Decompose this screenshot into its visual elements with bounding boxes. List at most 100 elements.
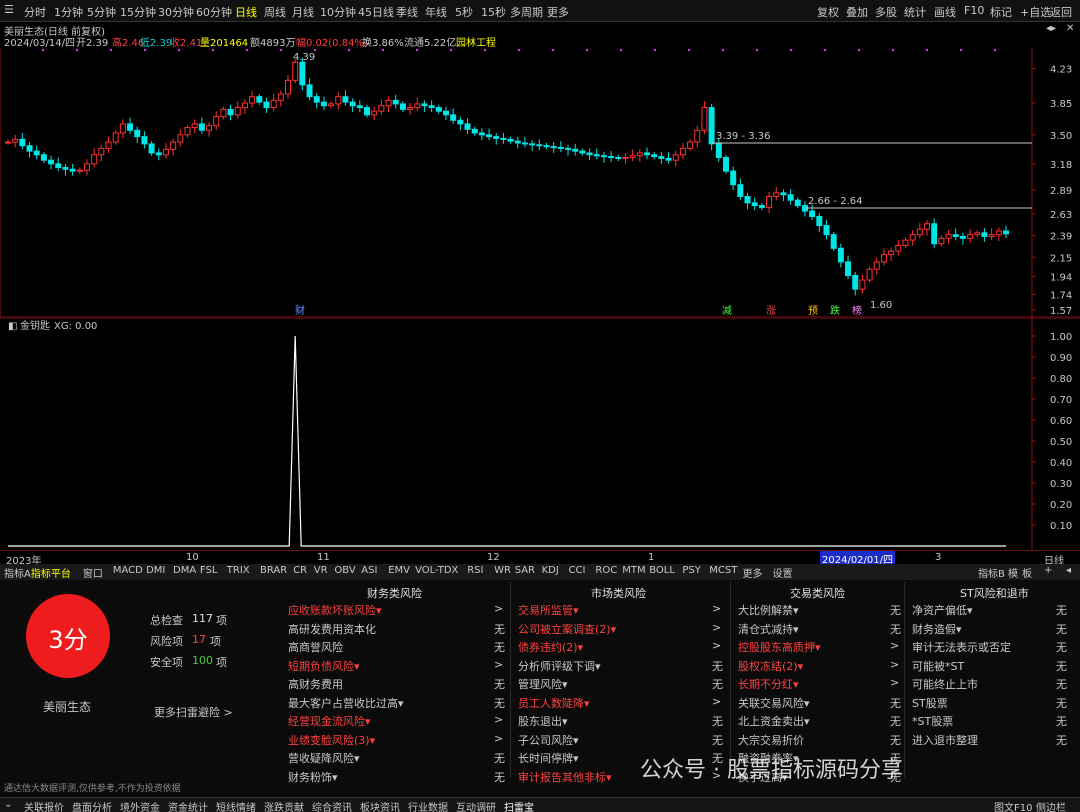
expand-chevron-icon[interactable]: > [494,713,503,726]
right-tool-4[interactable]: 画线 [934,4,956,20]
period-tab-6[interactable]: 日线 [235,4,257,20]
period-tab-11[interactable]: 季线 [396,4,418,20]
indicator-tab-20[interactable]: ROC [593,565,619,576]
indicator-right-1[interactable]: 模 [1006,565,1020,580]
period-tab-14[interactable]: 15秒 [481,4,506,20]
scroll-left-icon[interactable]: ◂ [1064,565,1073,576]
bottom-tab-9[interactable]: 互动调研 [456,799,496,812]
expand-chevron-icon[interactable]: > [712,621,721,634]
indicator-tab-8[interactable]: BRAR [258,565,289,576]
more-scan-link[interactable]: 更多扫雷避险 > [154,704,233,720]
bottom-tab-10[interactable]: 扫雷宝 [504,799,534,812]
period-tab-1[interactable]: 1分钟 [54,4,83,20]
risk-item[interactable]: 可能终止上市 [912,676,978,692]
bottom-tab-3[interactable]: 资金统计 [168,799,208,812]
indicator-tab-3[interactable]: MACD [111,565,145,576]
bottom-tab-0[interactable]: 关联报价 [24,799,64,812]
indicator-right-0[interactable]: 指标B [976,565,1007,580]
expand-chevron-icon[interactable]: > [890,676,899,689]
period-tab-4[interactable]: 30分钟 [158,4,194,20]
indicator-tab-11[interactable]: OBV [332,565,357,576]
risk-item[interactable]: 股东退出▾ [518,713,568,729]
indicator-tab-26[interactable]: 设置 [771,565,795,580]
risk-item[interactable]: 财务粉饰▾ [288,769,338,785]
indicator-tab-22[interactable]: BOLL [647,565,677,576]
risk-item[interactable]: 员工人数陡降▾ [518,695,590,711]
indicator-tab-9[interactable]: CR [291,565,309,576]
expand-chevron-icon[interactable]: > [494,658,503,671]
risk-item[interactable]: 经营现金流风险▾ [288,713,371,729]
indicator-tab-18[interactable]: KDJ [540,565,561,576]
right-tool-3[interactable]: 统计 [904,4,926,20]
risk-item[interactable]: 清仓式减持▾ [738,621,799,637]
sidebar-button[interactable]: 侧边栏 [1036,799,1066,812]
expand-chevron-icon[interactable]: > [494,732,503,745]
indicator-right-2[interactable]: 板 [1020,565,1034,580]
bottom-tab-1[interactable]: 盘面分析 [72,799,112,812]
risk-item[interactable]: 净资产偏低▾ [912,602,973,618]
nav-arrows-icon[interactable]: ◂▸ [1046,23,1056,34]
risk-item[interactable]: 业绩变脸风险(3)▾ [288,732,375,748]
bottom-tab-7[interactable]: 板块资讯 [360,799,400,812]
risk-item[interactable]: 高研发费用资本化 [288,621,376,637]
indicator-tab-23[interactable]: PSY [680,565,703,576]
f10-button[interactable]: 图文F10 [994,799,1032,812]
risk-item[interactable]: 可能被*ST [912,658,964,674]
risk-item[interactable]: 控股股东高质押▾ [738,639,821,655]
expand-chevron-icon[interactable]: > [712,695,721,708]
bottom-tab-2[interactable]: 境外资金 [120,799,160,812]
period-tab-16[interactable]: 更多 [547,4,569,20]
risk-item[interactable]: 关联交易风险▾ [738,695,810,711]
risk-item[interactable]: 股权冻结(2)▾ [738,658,803,674]
indicator-tab-21[interactable]: MTM [620,565,647,576]
risk-item[interactable]: 进入退市整理 [912,732,978,748]
indicator-tab-2[interactable]: 窗口 [81,565,105,580]
period-tab-10[interactable]: 45日线 [358,4,394,20]
indicator-tab-14[interactable]: VOL-TDX [413,565,460,576]
risk-item[interactable]: 营收疑降风险▾ [288,750,360,766]
risk-item[interactable]: ST股票 [912,695,948,711]
risk-item[interactable]: 分析师评级下调▾ [518,658,601,674]
risk-item[interactable]: 最大客户占营收比过高▾ [288,695,404,711]
candlestick-chart[interactable]: 4.23 3.85 3.50 3.18 2.89 2.63 2.39 2.15 1.94 1.74… [0,48,1080,318]
indicator-tab-6[interactable]: FSL [198,565,220,576]
indicator-tab-4[interactable]: DMI [144,565,167,576]
expand-chevron-icon[interactable]: > [712,602,721,615]
period-tab-13[interactable]: 5秒 [455,4,473,20]
risk-item[interactable]: 高商誉风险 [288,639,343,655]
period-tab-12[interactable]: 年线 [425,4,447,20]
period-tab-2[interactable]: 5分钟 [87,4,116,20]
risk-item[interactable]: 公司被立案调查(2)▾ [518,621,616,637]
indicator-tab-10[interactable]: VR [312,565,330,576]
risk-item[interactable]: 高财务费用 [288,676,343,692]
risk-item[interactable]: 大宗交易折价 [738,732,804,748]
add-window-icon[interactable]: + [1042,565,1054,576]
indicator-tab-1[interactable]: 指标平台 [29,565,73,580]
indicator-tab-16[interactable]: WR [492,565,513,576]
indicator-tab-5[interactable]: DMA [171,565,198,576]
expand-chevron-icon[interactable]: > [712,639,721,652]
period-tab-8[interactable]: 月线 [292,4,314,20]
right-tool-1[interactable]: 叠加 [846,4,868,20]
bottom-tab-4[interactable]: 短线情绪 [216,799,256,812]
indicator-tab-24[interactable]: MCST [707,565,739,576]
period-tab-15[interactable]: 多周期 [510,4,543,20]
indicator-tab-17[interactable]: SAR [513,565,537,576]
bottom-tab-6[interactable]: 综合资讯 [312,799,352,812]
risk-item[interactable]: 审计报告其他非标▾ [518,769,612,785]
risk-item[interactable]: 短期负债风险▾ [288,658,360,674]
risk-item[interactable]: 管理风险▾ [518,676,568,692]
right-tool-5[interactable]: F10 [964,4,984,17]
expand-chevron-icon[interactable]: > [494,602,503,615]
risk-item[interactable]: 长时间停牌▾ [518,750,579,766]
right-tool-0[interactable]: 复权 [817,4,839,20]
expand-icon[interactable]: ⌄ [4,799,12,810]
period-tab-9[interactable]: 10分钟 [320,4,356,20]
risk-item[interactable]: 财务造假▾ [912,621,962,637]
indicator-tab-13[interactable]: EMV [386,565,412,576]
risk-item[interactable]: 应收账款坏账风险▾ [288,602,382,618]
risk-item[interactable]: 大比例解禁▾ [738,602,799,618]
period-tab-5[interactable]: 60分钟 [196,4,232,20]
risk-item[interactable]: 交易所监管▾ [518,602,579,618]
right-tool-7[interactable]: +自选 [1020,4,1051,20]
